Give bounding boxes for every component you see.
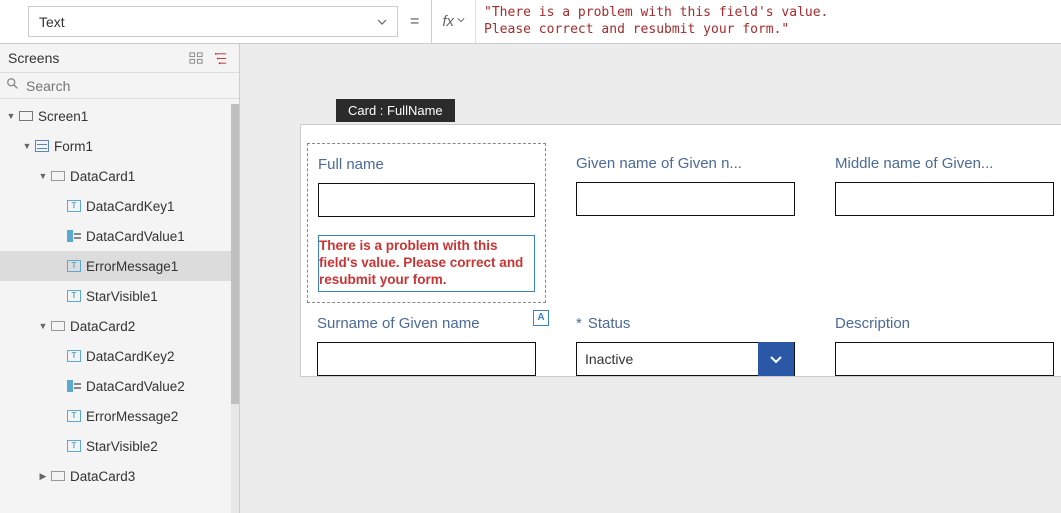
- select-status[interactable]: Inactive: [576, 342, 795, 376]
- thumbnails-view-icon[interactable]: [183, 50, 208, 65]
- autotext-badge[interactable]: A: [533, 310, 549, 326]
- datacard-status[interactable]: *Status Inactive: [576, 315, 795, 376]
- tree-item-datacardkey2[interactable]: TDataCardKey2: [0, 341, 239, 371]
- tree-item-datacard1[interactable]: ▼DataCard1: [0, 161, 239, 191]
- tree-scrollbar[interactable]: [231, 104, 239, 513]
- property-dropdown[interactable]: Text: [28, 6, 398, 37]
- label-status: *Status: [576, 315, 795, 332]
- tree-item-datacardvalue2[interactable]: DataCardValue2: [0, 371, 239, 401]
- chevron-down-icon: [377, 14, 387, 30]
- tree-item-form1[interactable]: ▼Form1: [0, 131, 239, 161]
- formula-input[interactable]: "There is a problem with this field's va…: [476, 1, 1061, 43]
- tree-item-datacard2[interactable]: ▼DataCard2: [0, 311, 239, 341]
- tree-panel: Screens ▼Screen1 ▼Form1 ▼DataCard1 TData…: [0, 44, 240, 513]
- input-fullname[interactable]: [318, 183, 535, 217]
- errormessage-fullname[interactable]: There is a problem with this field's val…: [318, 235, 535, 292]
- selection-tag: Card : FullName: [336, 99, 455, 122]
- formula-box: fx "There is a problem with this field's…: [431, 0, 1061, 43]
- datacard-fullname[interactable]: Full name There is a problem with this f…: [307, 143, 546, 303]
- tree-item-datacardkey1[interactable]: TDataCardKey1: [0, 191, 239, 221]
- input-surname[interactable]: [317, 342, 536, 376]
- tree-title: Screens: [4, 48, 63, 68]
- input-middlename[interactable]: [835, 182, 1054, 216]
- label-description: Description: [835, 315, 1054, 332]
- fx-button[interactable]: fx: [432, 0, 476, 43]
- tree-item-errormessage2[interactable]: TErrorMessage2: [0, 401, 239, 431]
- label-middlename: Middle name of Given...: [835, 155, 1054, 172]
- label-surname: Surname of Given name: [317, 315, 536, 332]
- search-icon: [6, 77, 26, 94]
- canvas[interactable]: Card : FullName Full name There is a pro…: [240, 44, 1061, 513]
- datacard-surname[interactable]: Surname of Given name: [317, 315, 536, 376]
- tree-item-screen1[interactable]: ▼Screen1: [0, 101, 239, 131]
- input-givenname[interactable]: [576, 182, 795, 216]
- datacard-givenname[interactable]: Given name of Given n...: [576, 155, 795, 293]
- select-status-value: Inactive: [585, 351, 633, 367]
- tree-item-starvisible2[interactable]: TStarVisible2: [0, 431, 239, 461]
- tree-item-errormessage1[interactable]: TErrorMessage1: [0, 251, 239, 281]
- select-dropdown-button[interactable]: [758, 342, 794, 376]
- property-dropdown-value: Text: [39, 14, 65, 30]
- form-preview: Full name There is a problem with this f…: [300, 124, 1061, 377]
- tree-item-datacardvalue1[interactable]: DataCardValue1: [0, 221, 239, 251]
- datacard-middlename[interactable]: Middle name of Given...: [835, 155, 1054, 293]
- label-givenname: Given name of Given n...: [576, 155, 795, 172]
- tree-item-starvisible1[interactable]: TStarVisible1: [0, 281, 239, 311]
- input-description[interactable]: [835, 342, 1054, 376]
- search-input[interactable]: [26, 78, 233, 94]
- tree-search[interactable]: [0, 73, 239, 99]
- fx-label-text: fx: [442, 13, 454, 30]
- datacard-description[interactable]: Description: [835, 315, 1054, 376]
- tree-item-datacard3[interactable]: ▶DataCard3: [0, 461, 239, 491]
- formula-bar: Text = fx "There is a problem with this …: [0, 0, 1061, 44]
- tree-list: ▼Screen1 ▼Form1 ▼DataCard1 TDataCardKey1…: [0, 99, 239, 513]
- label-fullname: Full name: [318, 156, 535, 173]
- tree-header: Screens: [0, 44, 239, 73]
- equals-label: =: [398, 0, 431, 43]
- chevron-down-icon: [457, 16, 465, 27]
- tree-view-icon[interactable]: [208, 50, 229, 65]
